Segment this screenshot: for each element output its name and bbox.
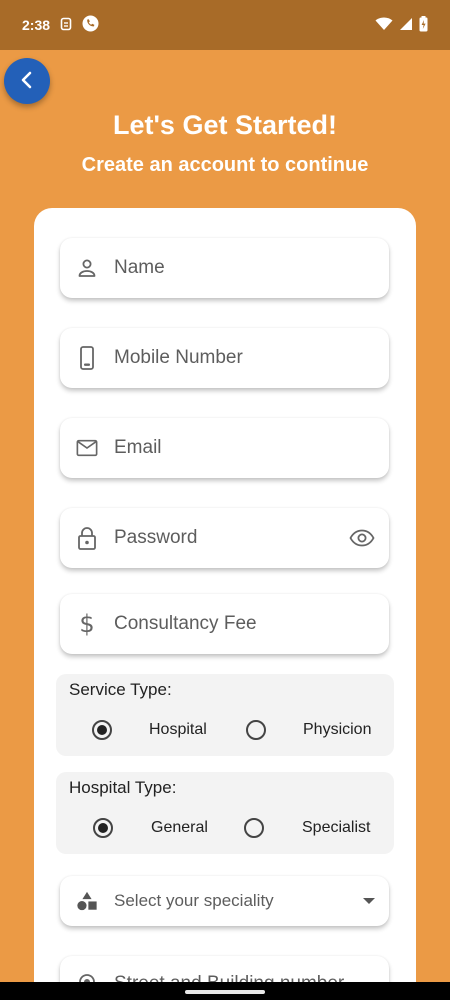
service-type-label: Service Type: — [69, 680, 172, 699]
lock-icon — [76, 527, 98, 550]
mobile-number-placeholder: Mobile Number — [114, 347, 243, 368]
hospital-type-general-label[interactable]: General — [151, 819, 208, 837]
service-type-physicion-radio[interactable] — [246, 720, 266, 740]
password-field[interactable]: Password — [60, 508, 389, 568]
consultancy-fee-field[interactable]: $ Consultancy Fee — [60, 594, 389, 654]
signal-icon — [399, 17, 413, 34]
eye-icon[interactable] — [349, 529, 375, 547]
caret-down-icon — [363, 897, 375, 905]
consultancy-fee-placeholder: Consultancy Fee — [114, 613, 257, 634]
email-field[interactable]: Email — [60, 418, 389, 478]
password-placeholder: Password — [114, 527, 198, 548]
wifi-icon — [375, 17, 393, 34]
category-icon — [76, 890, 98, 912]
sim-icon — [60, 17, 72, 34]
service-type-hospital-radio[interactable] — [92, 720, 112, 740]
dollar-icon: $ — [79, 610, 95, 638]
hospital-type-label: Hospital Type: — [69, 778, 177, 797]
status-time: 2:38 — [22, 17, 51, 33]
service-type-group: Service Type: Hospital Physicion — [56, 674, 394, 756]
service-type-hospital-label[interactable]: Hospital — [149, 721, 207, 739]
hospital-type-specialist-radio[interactable] — [244, 818, 264, 838]
phone-call-icon — [82, 15, 99, 35]
hospital-type-group: Hospital Type: General Specialist — [56, 772, 394, 854]
service-type-physicion-label[interactable]: Physicion — [303, 721, 371, 739]
home-gesture-pill[interactable] — [185, 990, 265, 994]
signup-card: Name Mobile Number Email Password $ Cons… — [34, 208, 416, 1000]
chevron-left-icon — [17, 70, 37, 93]
hospital-type-specialist-label[interactable]: Specialist — [302, 819, 370, 837]
name-placeholder: Name — [114, 257, 165, 278]
speciality-dropdown[interactable]: Select your speciality — [60, 876, 389, 926]
phone-icon — [76, 346, 98, 370]
speciality-placeholder: Select your speciality — [114, 891, 274, 910]
hospital-type-general-radio[interactable] — [93, 818, 113, 838]
name-field[interactable]: Name — [60, 238, 389, 298]
battery-icon — [419, 15, 428, 35]
system-navigation-bar — [0, 982, 450, 1000]
person-icon — [76, 257, 98, 279]
mobile-number-field[interactable]: Mobile Number — [60, 328, 389, 388]
page-title: Let's Get Started! — [113, 110, 337, 140]
back-button[interactable] — [4, 58, 50, 104]
mail-icon — [76, 437, 98, 459]
status-bar: 2:38 — [0, 0, 450, 50]
page-subtitle: Create an account to continue — [81, 154, 369, 176]
email-placeholder: Email — [114, 437, 162, 458]
